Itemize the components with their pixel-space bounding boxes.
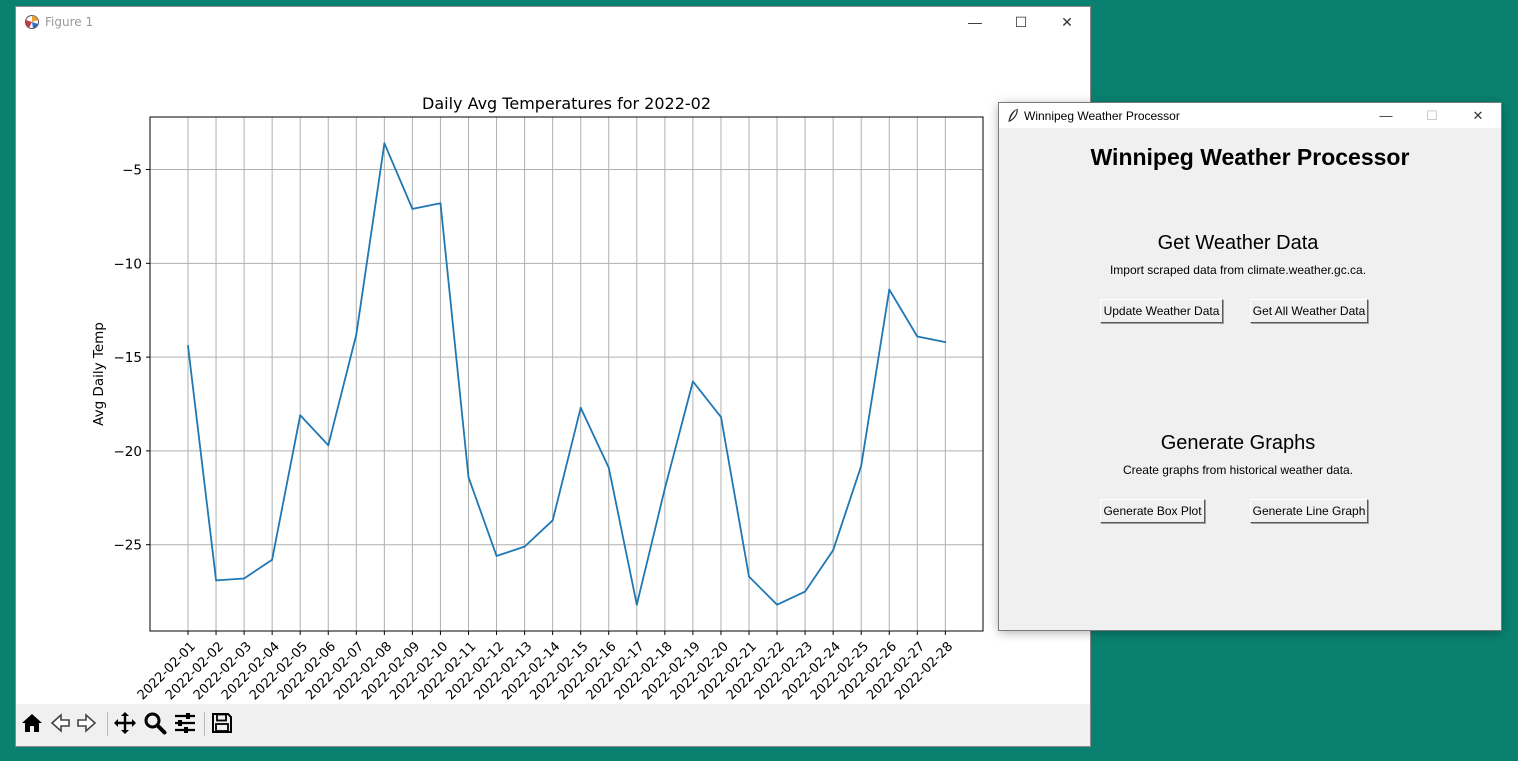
data-point xyxy=(607,466,610,469)
generate-line-graph-button[interactable]: Generate Line Graph xyxy=(1250,499,1368,523)
maximize-button[interactable]: ☐ xyxy=(1409,103,1455,128)
data-point xyxy=(579,406,582,409)
data-point xyxy=(299,414,302,417)
graphs-description: Create graphs from historical weather da… xyxy=(1122,463,1354,477)
forward-icon[interactable] xyxy=(74,710,100,736)
line-chart: −5−10−15−20−25 2022-02-012022-02-022022-… xyxy=(91,94,984,703)
y-tick-label: −20 xyxy=(114,444,143,460)
data-point xyxy=(411,208,414,210)
data-point xyxy=(467,476,470,479)
close-button[interactable]: ✕ xyxy=(1044,7,1090,37)
toolbar-separator xyxy=(107,712,108,736)
data-point xyxy=(748,575,750,578)
y-axis-label: Avg Daily Temp xyxy=(91,322,107,426)
navigation-toolbar xyxy=(16,704,1090,746)
app-window-title: Winnipeg Weather Processor xyxy=(1024,109,1180,123)
get-all-weather-data-button[interactable]: Get All Weather Data xyxy=(1250,299,1368,323)
data-point xyxy=(215,579,217,582)
data-point xyxy=(243,577,246,580)
maximize-button[interactable]: ☐ xyxy=(998,7,1044,37)
minimize-button[interactable]: — xyxy=(1363,103,1409,128)
data-point xyxy=(523,545,526,548)
pan-icon[interactable] xyxy=(112,710,138,736)
y-tick-label: −25 xyxy=(114,538,143,554)
matplotlib-icon xyxy=(25,15,39,29)
data-point xyxy=(916,335,919,338)
app-heading: Winnipeg Weather Processor xyxy=(1090,144,1410,170)
zoom-icon[interactable] xyxy=(142,710,168,736)
update-weather-data-button[interactable]: Update Weather Data xyxy=(1100,299,1223,323)
y-tick-label: −5 xyxy=(122,163,142,179)
minimize-button[interactable]: — xyxy=(952,7,998,37)
close-button[interactable]: ✕ xyxy=(1455,103,1501,128)
home-icon[interactable] xyxy=(19,710,45,736)
figure-canvas[interactable]: −5 −10 −15 −20 −25 2022-02-01 2022-02-02 2022-… xyxy=(16,37,1090,704)
generate-box-plot-button[interactable]: Generate Box Plot xyxy=(1100,499,1205,523)
series-line xyxy=(187,142,946,606)
figure-titlebar[interactable]: Figure 1 — ☐ ✕ xyxy=(16,7,1090,37)
figure-window-title: Figure 1 xyxy=(45,15,94,29)
data-point xyxy=(720,416,722,419)
data-point xyxy=(383,142,386,145)
data-point xyxy=(804,590,806,593)
weather-processor-window: Winnipeg Weather Processor — ☐ ✕ Winnipe… xyxy=(999,103,1501,630)
data-point xyxy=(439,202,442,205)
get-data-description: Import scraped data from climate.weather… xyxy=(1109,263,1367,277)
data-point xyxy=(495,555,498,557)
data-point xyxy=(551,519,554,522)
data-point xyxy=(663,487,666,490)
data-point xyxy=(355,333,358,336)
back-icon[interactable] xyxy=(47,710,73,736)
data-point xyxy=(944,341,947,344)
data-point xyxy=(187,344,189,347)
data-point xyxy=(271,558,274,561)
app-titlebar[interactable]: Winnipeg Weather Processor — ☐ ✕ xyxy=(999,103,1501,128)
toolbar-separator xyxy=(204,712,205,736)
save-icon[interactable] xyxy=(209,710,235,736)
data-point xyxy=(888,288,891,291)
data-point xyxy=(635,603,638,606)
data-point xyxy=(776,603,778,606)
figure-window: Figure 1 — ☐ ✕ −5 −10 −15 −20 −25 2022-02-01… xyxy=(16,7,1090,746)
y-tick-label: −15 xyxy=(114,350,143,366)
data-point xyxy=(692,380,694,383)
feather-icon xyxy=(1008,108,1018,122)
graphs-heading: Generate Graphs xyxy=(1160,432,1316,454)
data-point xyxy=(832,549,835,552)
data-point xyxy=(860,465,863,467)
get-data-heading: Get Weather Data xyxy=(1157,232,1319,254)
plot-frame xyxy=(149,116,984,632)
data-point xyxy=(327,444,330,447)
configure-subplots-icon[interactable] xyxy=(172,710,198,736)
chart-title: Daily Avg Temperatures for 2022-02 xyxy=(422,94,711,113)
y-tick-label: −10 xyxy=(114,256,143,272)
